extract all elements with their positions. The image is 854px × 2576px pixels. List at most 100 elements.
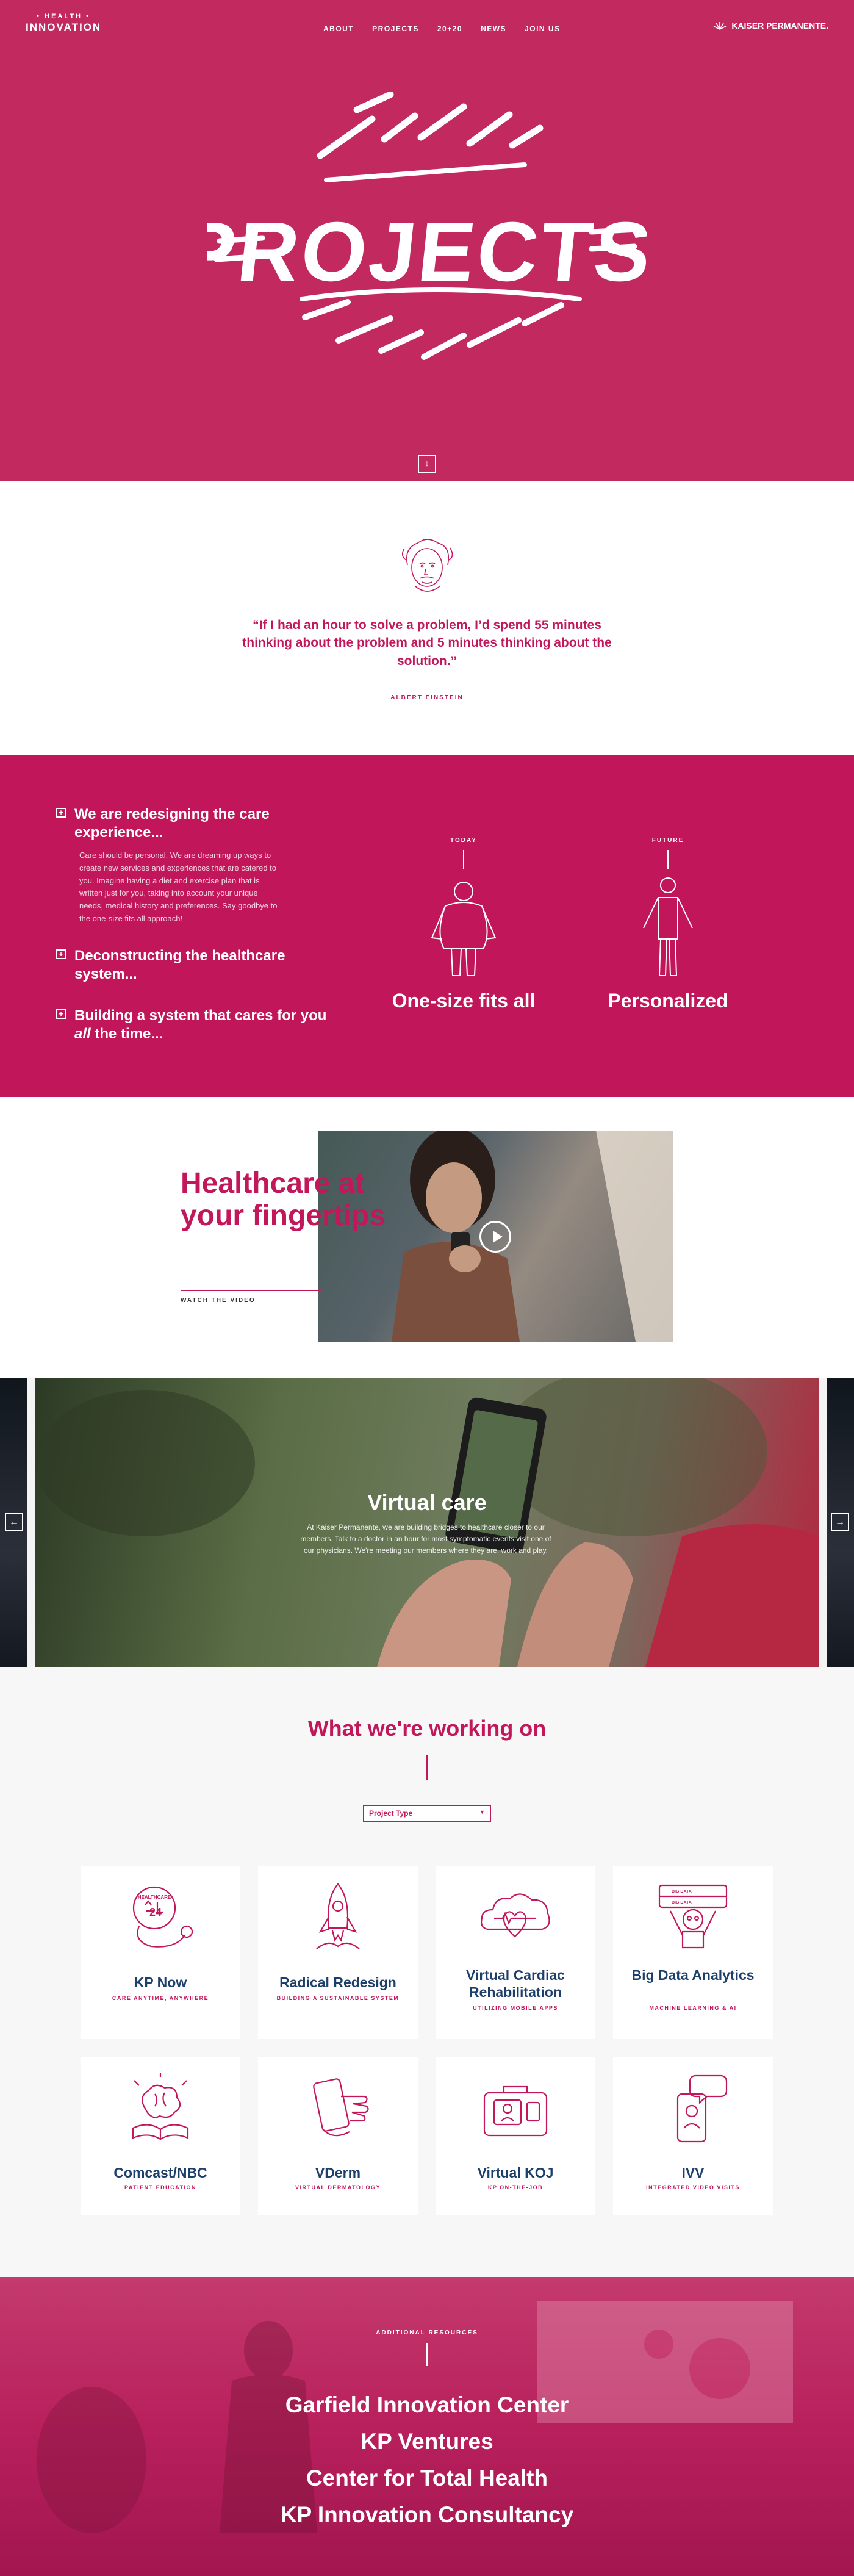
carousel-slide-virtual-care: Virtual care At Kaiser Permanente, we ar… (35, 1378, 819, 1667)
project-title: KP Now (134, 1974, 187, 1990)
watch-video-link[interactable]: WATCH THE VIDEO (181, 1297, 256, 1304)
kaiser-permanente-logo[interactable]: KAISER PERMANENTE. (713, 21, 828, 31)
main-nav: ABOUT PROJECTS 20+20 NEWS JOIN US (323, 24, 561, 33)
virtual-care-body: At Kaiser Permanente, we are building br… (300, 1523, 551, 1555)
link-center-for-total-health[interactable]: Center for Total Health (0, 2460, 854, 2497)
accordion-title-part: the time... (90, 1026, 163, 1042)
accordion-body: Care should be personal. We are dreaming… (79, 851, 278, 923)
brain-book-icon (132, 2073, 189, 2140)
scroll-down-button[interactable]: ↓ (418, 455, 436, 473)
svg-text:24: 24 (149, 1906, 162, 1918)
einstein-portrait-icon (401, 539, 453, 592)
quote-text: “If I had an hour to solve a problem, I’… (242, 618, 612, 668)
carousel-section: ← Virtual care At Kaiser Permanente, we … (0, 1378, 854, 1667)
hero-section: • HEALTH • INNOVATION ABOUT PROJECTS 20+… (0, 0, 854, 481)
medical-case-icon (483, 2085, 548, 2137)
kp-sunburst-icon (713, 22, 727, 30)
project-subtitle: VIRTUAL DERMATOLOGY (295, 2184, 381, 2190)
future-figure: FUTURE Personalized (586, 837, 750, 1012)
today-caption: One-size fits all (392, 990, 536, 1012)
kp-logo-text: KAISER PERMANENTE. (731, 21, 828, 31)
carousel-prev-button[interactable]: ← (5, 1513, 23, 1531)
accordion-title: Building a system that cares for you all… (74, 1007, 343, 1043)
section-divider (426, 1755, 428, 1780)
project-title: VDerm (315, 2165, 361, 2181)
nav-news[interactable]: NEWS (481, 24, 506, 33)
future-label: FUTURE (651, 837, 684, 844)
project-title: Virtual KOJ (477, 2165, 554, 2181)
project-subtitle: BUILDING A SUSTAINABLE SYSTEM (276, 1995, 400, 2001)
accordion-title-part: Building a system that cares for you (74, 1007, 327, 1024)
project-type-value: Project Type (369, 1809, 413, 1818)
project-title: Radical Redesign (279, 1974, 396, 1990)
large-person-icon (431, 850, 497, 976)
accordion-item-building-system[interactable]: + Building a system that cares for you a… (56, 1007, 343, 1043)
logo-big-text: INNOVATION (26, 21, 102, 33)
arrow-down-icon: ↓ (425, 458, 429, 469)
project-card-kp-now[interactable]: HEALTHCARE 24 KP Now CARE ANYTIME, ANYWH… (81, 1866, 240, 2039)
today-label: TODAY (450, 837, 477, 844)
nav-projects[interactable]: PROJECTS (372, 24, 419, 33)
fingertips-title: Healthcare at your fingertips (181, 1167, 386, 1232)
accordion-item-deconstructing[interactable]: + Deconstructing the healthcare system..… (56, 947, 343, 984)
project-title: Big Data Analytics (631, 1967, 755, 1983)
arrow-right-icon: → (835, 1517, 845, 1527)
project-card-virtual-cardiac[interactable]: Virtual Cardiac Rehabilitation UTILIZING… (436, 1866, 595, 2039)
project-card-vderm[interactable]: VDerm VIRTUAL DERMATOLOGY (258, 2057, 418, 2215)
accordion-title-emphasis: all (74, 1026, 91, 1042)
project-subtitle: MACHINE LEARNING & AI (649, 2005, 737, 2011)
play-button[interactable] (479, 1221, 511, 1253)
project-title: Comcast/NBC (113, 2165, 207, 2181)
link-garfield-innovation-center[interactable]: Garfield Innovation Center (0, 2387, 854, 2423)
svg-text:BIG DATA: BIG DATA (672, 1901, 692, 1905)
nav-20-20[interactable]: 20+20 (437, 24, 462, 33)
section-divider (426, 2343, 428, 2366)
virtual-care-title: Virtual care (367, 1490, 487, 1515)
project-card-radical-redesign[interactable]: Radical Redesign BUILDING A SUSTAINABLE … (258, 1866, 418, 2039)
accordion-item-redesigning[interactable]: + We are redesigning the care experience… (56, 805, 343, 926)
svg-text:HEALTHCARE: HEALTHCARE (138, 1894, 171, 1900)
project-type-select[interactable]: Project Type ▼ (363, 1805, 491, 1822)
robot-data-icon: BIG DATA BIG DATA (658, 1884, 728, 1949)
plus-icon: + (56, 808, 66, 818)
nav-join-us[interactable]: JOIN US (525, 24, 561, 33)
additional-resources-section: ADDITIONAL RESOURCES Garfield Innovation… (0, 2277, 854, 2576)
rocket-icon (316, 1883, 360, 1949)
fingertips-section: Healthcare at your fingertips WATCH THE … (0, 1097, 854, 1378)
carousel-next-button[interactable]: → (831, 1513, 849, 1531)
project-card-big-data[interactable]: BIG DATA BIG DATA Big Data Analytics MAC… (613, 1866, 773, 2039)
project-card-ivv[interactable]: IVV INTEGRATED VIDEO VISITS (613, 2057, 773, 2215)
link-kp-innovation-consultancy[interactable]: KP Innovation Consultancy (0, 2497, 854, 2533)
project-subtitle: UTILIZING MOBILE APPS (473, 2005, 558, 2011)
project-card-comcast-nbc[interactable]: Comcast/NBC PATIENT EDUCATION (81, 2057, 240, 2215)
nav-about[interactable]: ABOUT (323, 24, 354, 33)
svg-text:BIG DATA: BIG DATA (672, 1890, 692, 1894)
working-on-section: What we're working on Project Type ▼ HEA… (0, 1667, 854, 2277)
heart-cloud-icon (481, 1893, 550, 1938)
project-subtitle: CARE ANYTIME, ANYWHERE (112, 1995, 209, 2001)
health-innovation-logo[interactable]: • HEALTH • INNOVATION (26, 13, 102, 33)
accordion-title: We are redesigning the care experience..… (74, 806, 270, 841)
stethoscope-clock-icon: HEALTHCARE 24 (132, 1886, 193, 1948)
fingertips-divider (181, 1290, 321, 1291)
arrow-left-icon: ← (9, 1517, 19, 1527)
phone-chat-icon (676, 2074, 728, 2143)
project-title: Virtual Cardiac Rehabilitation (466, 1967, 565, 2000)
chevron-down-icon: ▼ (479, 1809, 485, 1815)
hero-title: PROJECTS (207, 205, 647, 299)
link-kp-ventures[interactable]: KP Ventures (0, 2423, 854, 2460)
plus-icon: + (56, 949, 66, 959)
fitted-person-icon (643, 850, 693, 976)
future-caption: Personalized (608, 990, 728, 1012)
quote-author: ALBERT EINSTEIN (390, 694, 464, 701)
hand-phone-icon (313, 2078, 369, 2137)
quote-section: “If I had an hour to solve a problem, I’… (0, 481, 854, 755)
project-subtitle: KP ON-THE-JOB (487, 2184, 544, 2190)
plus-icon: + (56, 1009, 66, 1019)
video-thumbnail[interactable] (318, 1131, 673, 1342)
additional-resources-label: ADDITIONAL RESOURCES (376, 2330, 478, 2336)
project-card-virtual-koj[interactable]: Virtual KOJ KP ON-THE-JOB (436, 2057, 595, 2215)
projects-lettering-art: PROJECTS (207, 92, 647, 360)
accordion-title: Deconstructing the healthcare system... (74, 948, 285, 982)
today-figure: TODAY One-size fits all (378, 837, 549, 1012)
